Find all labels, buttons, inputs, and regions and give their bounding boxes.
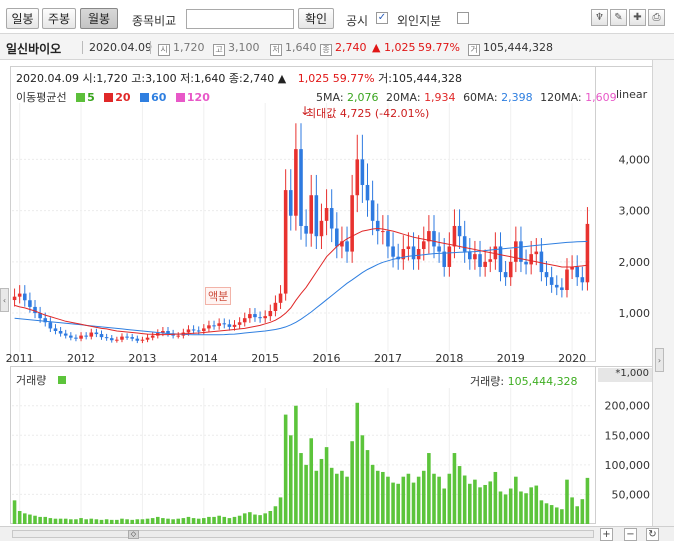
compare-label: 종목비교 (132, 14, 177, 28)
stock-info-bar: 일신바이오 2020.04.09 시 1,720 고 3,100 저 1,640 종2… (0, 34, 674, 60)
stock-name: 일신바이오 (6, 42, 62, 56)
volume-title: 거래량 (16, 374, 47, 387)
info-open: 시 1,720 (158, 41, 205, 56)
ma20-value: 1,934 (424, 91, 456, 104)
scrollbar-thumb[interactable]: ◇ (128, 530, 139, 539)
open-price-icon: 시 (158, 44, 170, 56)
bottom-scroll-bar: ◇ + − ↻ (0, 526, 674, 541)
close-price-icon: 종 (320, 44, 332, 56)
max-value-annotation: 최대값 4,725 (-42.01%) (306, 107, 430, 120)
indicator-icon[interactable]: ♆ (591, 9, 608, 26)
info-close: 종 2,740 (320, 41, 367, 56)
info-date: 2020.04.09 (89, 41, 152, 54)
pencil-icon[interactable]: ✎ (610, 9, 627, 26)
period-monthly-button[interactable]: 월봉 (80, 8, 118, 29)
info-change: ▲ 1,025 (372, 41, 416, 54)
volume-header: 거래량 (16, 372, 67, 388)
chart-header-volume: 거:105,444,328 (378, 72, 462, 85)
period-weekly-button[interactable]: 주봉 (42, 8, 76, 29)
compare-input[interactable] (186, 9, 294, 29)
ma-legend-60[interactable]: 60 (134, 91, 166, 104)
moving-average-legend: 이동평균선 5 20 60 120 (16, 89, 210, 105)
ma-legend-120[interactable]: 120 (170, 91, 210, 104)
divider (150, 41, 151, 54)
info-high: 고 3,100 (213, 41, 260, 56)
info-volume: 거 105,444,328 (468, 41, 553, 56)
period-daily-button[interactable]: 일봉 (6, 8, 39, 29)
confirm-button[interactable]: 확인 (298, 8, 334, 29)
volume-unit: *1,000 (598, 368, 652, 382)
collapse-panel-icon[interactable]: › (655, 348, 664, 372)
high-price-icon: 고 (213, 44, 225, 56)
ma-legend-title: 이동평균선 (16, 91, 67, 104)
foreign-ownership-label: 외인지분 (397, 14, 442, 28)
reset-icon[interactable]: ↻ (646, 528, 659, 541)
chart-header-change: 1,025 59.77% (297, 72, 375, 85)
volume-axis-panel (596, 366, 652, 524)
toolbar: 일봉 주봉 월봉 종목비교 확인 공시 ✓ 외인지분 ♆ ✎ ✚ ⎙ (0, 0, 674, 34)
ma20-label: 20MA: (386, 91, 421, 104)
ma60-value: 2,398 (501, 91, 533, 104)
disclosure-label: 공시 (346, 14, 369, 28)
volume-chart-panel[interactable] (10, 366, 596, 524)
info-change-pct: 59.77% (418, 41, 460, 54)
max-value-arrow-icon: ↓ (300, 104, 311, 118)
volume-legend-swatch (58, 376, 67, 384)
ma-legend-5[interactable]: 5 (70, 91, 95, 104)
foreign-ownership-checkbox[interactable] (457, 12, 469, 24)
chart-header-date: 2020.04.09 (16, 72, 79, 85)
stock-split-marker[interactable]: 액분 (205, 287, 232, 305)
moving-average-values: 5MA: 2,076 20MA: 1,934 60MA: 2,398 120MA… (316, 91, 617, 104)
scale-toggle[interactable]: linear (616, 88, 647, 101)
ma60-label: 60MA: (463, 91, 498, 104)
ma120-value: 1,609 (585, 91, 617, 104)
divider (82, 41, 83, 54)
ma5-label: 5MA: (316, 91, 344, 104)
chart-header: 2020.04.09 시:1,720 고:3,100 저:1,640 종:2,7… (16, 70, 462, 86)
info-low: 저 1,640 (270, 41, 317, 56)
crosshair-icon[interactable]: ✚ (629, 9, 646, 26)
ma120-label: 120MA: (540, 91, 582, 104)
volume-value: 105,444,328 (507, 375, 578, 388)
volume-current: 거래량: 105,444,328 (470, 373, 578, 389)
right-side-strip: › (652, 60, 674, 526)
ma-legend-20[interactable]: 20 (98, 91, 131, 104)
chart-scrollbar[interactable] (12, 530, 594, 538)
low-price-icon: 저 (270, 44, 282, 56)
zoom-out-button[interactable]: − (624, 528, 637, 541)
price-axis-panel (596, 66, 652, 362)
disclosure-checkbox[interactable]: ✓ (376, 12, 388, 24)
zoom-in-button[interactable]: + (600, 528, 613, 541)
ma5-value: 2,076 (347, 91, 379, 104)
chart-header-ohlc: 시:1,720 고:3,100 저:1,640 종:2,740 ▲ (82, 72, 287, 85)
volume-value-label: 거래량: (470, 375, 505, 388)
expand-panel-icon[interactable]: ‹ (0, 288, 9, 312)
volume-icon: 거 (468, 44, 480, 56)
print-icon[interactable]: ⎙ (648, 9, 665, 26)
tool-icon-group: ♆ ✎ ✚ ⎙ (591, 9, 667, 26)
